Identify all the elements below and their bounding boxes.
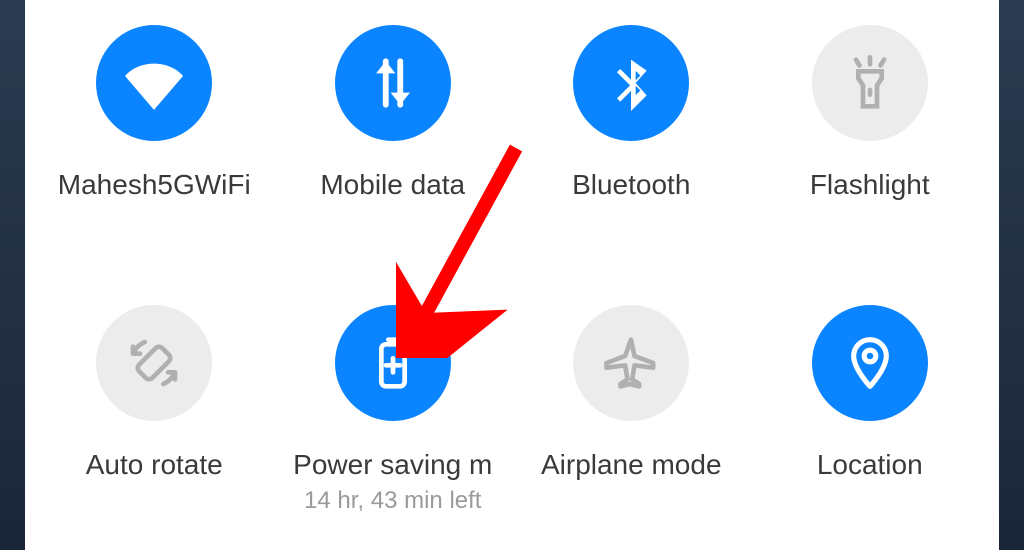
tile-wifi: Mahesh5GWiFi [44,25,264,235]
auto-rotate-toggle[interactable] [96,305,212,421]
window-border-right [999,0,1024,550]
location-icon [842,335,898,391]
tile-mobile-data: Mobile data [283,25,503,235]
auto-rotate-icon [126,335,182,391]
flashlight-toggle[interactable] [812,25,928,141]
bluetooth-icon [603,55,659,111]
airplane-mode-label: Airplane mode [526,449,736,481]
tile-location: Location [760,305,980,515]
airplane-mode-toggle[interactable] [573,305,689,421]
tile-bluetooth: Bluetooth [521,25,741,235]
location-label: Location [765,449,975,481]
power-saving-sub: 14 hr, 43 min left [304,487,481,515]
tile-power-saving: Power saving m 14 hr, 43 min left [283,305,503,515]
tile-flashlight: Flashlight [760,25,980,235]
auto-rotate-label: Auto rotate [49,449,259,481]
mobile-data-label: Mobile data [288,169,498,201]
location-toggle[interactable] [812,305,928,421]
airplane-icon [603,335,659,391]
bluetooth-toggle[interactable] [573,25,689,141]
mobile-data-toggle[interactable] [335,25,451,141]
window-border-left [0,0,25,550]
bluetooth-label: Bluetooth [526,169,736,201]
wifi-label: Mahesh5GWiFi [49,169,259,201]
wifi-toggle[interactable] [96,25,212,141]
battery-saver-icon [365,335,421,391]
flashlight-icon [842,55,898,111]
flashlight-label: Flashlight [765,169,975,201]
power-saving-toggle[interactable] [335,305,451,421]
power-saving-label: Power saving m [288,449,498,481]
wifi-icon [125,54,183,112]
tile-airplane-mode: Airplane mode [521,305,741,515]
tile-auto-rotate: Auto rotate [44,305,264,515]
mobile-data-icon [364,54,422,112]
quick-settings-grid: Mahesh5GWiFi Mobile data [35,0,989,540]
quick-settings-panel: Mahesh5GWiFi Mobile data [25,0,999,550]
